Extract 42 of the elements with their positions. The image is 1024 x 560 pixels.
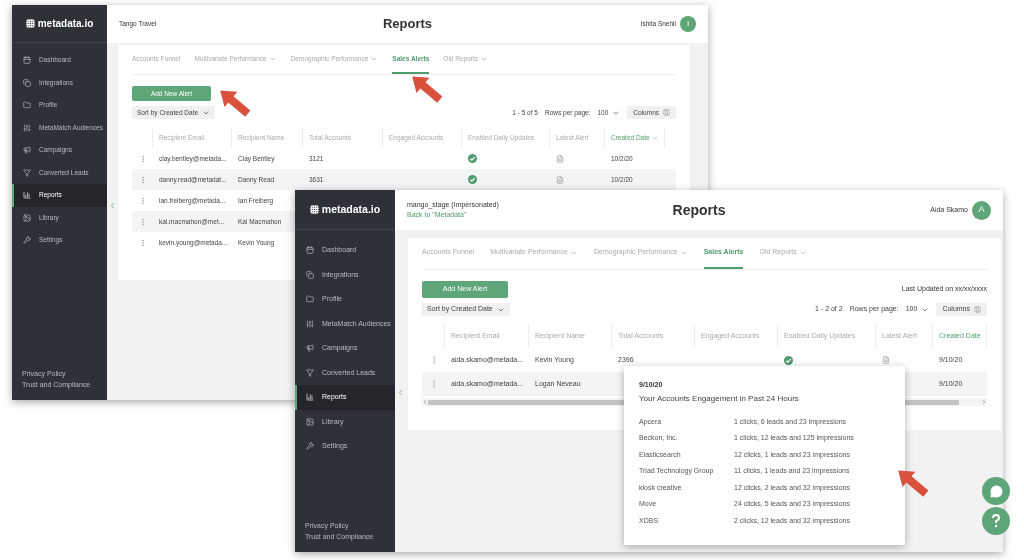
alert-document-icon[interactable] <box>556 154 564 163</box>
filter-icon <box>23 168 31 177</box>
brand-logo: metadata.io <box>37 17 94 31</box>
columns-icon <box>974 306 981 313</box>
scroll-right-icon[interactable] <box>981 399 987 405</box>
page-title: Reports <box>382 15 433 34</box>
wrench-icon <box>306 442 314 451</box>
image-icon <box>306 417 314 426</box>
folder-icon <box>306 295 314 304</box>
popover-title: Your Accounts Engagement in Past 24 Hours <box>639 392 800 405</box>
image-icon <box>23 213 31 222</box>
collapse-icon[interactable] <box>108 201 117 210</box>
brand-logo: metadata.io <box>321 201 381 217</box>
chat-icon <box>989 484 1003 498</box>
calendar-icon <box>23 56 31 65</box>
user-avatar[interactable]: I <box>680 16 696 32</box>
user-avatar[interactable]: A <box>972 200 991 220</box>
filter-icon <box>306 368 314 377</box>
collapse-icon[interactable] <box>396 388 405 397</box>
copy-icon <box>306 270 314 279</box>
check-icon <box>468 175 477 184</box>
help-icon <box>991 514 1001 528</box>
scroll-left-icon[interactable] <box>422 399 428 405</box>
folder-icon <box>23 101 31 110</box>
megaphone-icon <box>306 344 314 353</box>
chat-button[interactable] <box>982 477 1010 505</box>
page-title: Reports <box>672 200 726 220</box>
calendar-icon <box>306 246 314 255</box>
sliders-icon <box>306 319 314 328</box>
columns-icon <box>663 109 670 116</box>
help-button[interactable] <box>982 507 1010 535</box>
wrench-icon <box>23 236 31 245</box>
sliders-icon <box>23 123 31 132</box>
megaphone-icon <box>23 146 31 155</box>
logo-icon <box>25 19 35 28</box>
alert-document-icon[interactable] <box>556 175 564 184</box>
check-icon <box>468 154 477 163</box>
bar-chart-icon <box>306 393 314 402</box>
bar-chart-icon <box>23 191 31 200</box>
alert-document-icon[interactable] <box>882 356 890 364</box>
copy-icon <box>23 78 31 87</box>
logo-icon <box>309 205 319 214</box>
